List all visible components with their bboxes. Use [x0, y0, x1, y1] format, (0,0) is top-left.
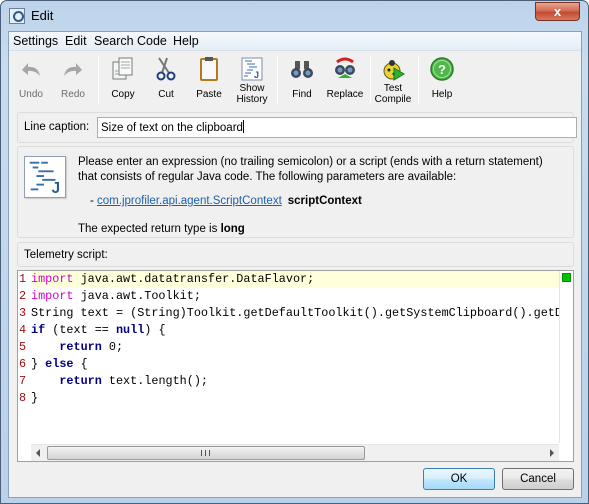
- script-icon: J: [24, 156, 66, 198]
- menu-settings[interactable]: Settings: [13, 34, 58, 48]
- script-context-link[interactable]: com.jprofiler.api.agent.ScriptContext: [97, 195, 282, 207]
- scissors-icon: [156, 57, 176, 81]
- toolbar-separator: [277, 56, 278, 104]
- line-number: 4: [19, 323, 27, 337]
- telemetry-script-panel: Telemetry script:: [17, 242, 574, 267]
- menu-bar: Settings Edit Search Code Help: [9, 32, 581, 51]
- return-type: long: [220, 223, 245, 235]
- help-button[interactable]: ? Help: [422, 54, 462, 106]
- code-text: }: [31, 391, 39, 405]
- close-icon: x: [553, 4, 562, 19]
- return-type-text: The expected return type is long: [78, 223, 245, 235]
- code-line[interactable]: 2 import java.awt.Toolkit;: [19, 288, 559, 305]
- redo-icon: [64, 63, 82, 76]
- replace-icon: [335, 57, 355, 78]
- window-title: Edit: [31, 8, 54, 23]
- info-description: Please enter an expression (no trailing …: [78, 156, 543, 183]
- code-line[interactable]: 5 return 0;: [19, 339, 559, 356]
- code-line[interactable]: 1 import java.awt.datatransfer.DataFlavor…: [19, 271, 559, 288]
- code-line[interactable]: 3 String text = (String)Toolkit.getDefaul…: [19, 305, 559, 322]
- text-caret: [242, 120, 244, 133]
- code-text: String text = (String)Toolkit.getDefault…: [31, 306, 562, 320]
- toolbar-separator: [98, 56, 99, 104]
- toolbar-separator: [370, 56, 371, 104]
- copy-button[interactable]: Copy: [103, 54, 143, 106]
- copy-icon: [112, 57, 133, 80]
- telemetry-script-label: Telemetry script:: [24, 249, 108, 261]
- line-number: 3: [19, 306, 27, 320]
- scroll-right-icon[interactable]: [550, 449, 554, 457]
- info-panel: J Please enter an expression (no trailin…: [17, 146, 574, 238]
- edit-dialog: Edit x Settings Edit Search Code Help Un…: [0, 0, 589, 504]
- undo-icon: [22, 63, 40, 76]
- toolbar: Undo Redo Copy Cut Paste J Show History …: [9, 52, 581, 108]
- cancel-button[interactable]: Cancel: [502, 468, 574, 490]
- line-number: 1: [19, 272, 27, 286]
- menu-search[interactable]: Search: [94, 34, 134, 48]
- cut-button[interactable]: Cut: [146, 54, 186, 106]
- code-text: import java.awt.datatransfer.DataFlavor;: [31, 272, 315, 286]
- line-number: 6: [19, 357, 27, 371]
- line-caption-input[interactable]: Size of text on the clipboard: [97, 117, 577, 138]
- line-number: 5: [19, 340, 27, 354]
- redo-button[interactable]: Redo: [53, 54, 93, 106]
- line-number: 7: [19, 374, 27, 388]
- code-editor[interactable]: 1 import java.awt.datatransfer.DataFlavor…: [17, 270, 574, 462]
- code-text: import java.awt.Toolkit;: [31, 289, 201, 303]
- paste-button[interactable]: Paste: [189, 54, 229, 106]
- code-text: return text.length();: [59, 374, 209, 388]
- bug-icon: [383, 60, 405, 81]
- find-button[interactable]: Find: [282, 54, 322, 106]
- svg-text:J: J: [52, 180, 60, 197]
- test-compile-button[interactable]: Test Compile: [373, 54, 413, 106]
- dialog-content: Settings Edit Search Code Help Undo Redo: [8, 31, 582, 498]
- grip-icon: [201, 450, 210, 456]
- scrollbar-thumb[interactable]: [47, 446, 365, 460]
- horizontal-scrollbar[interactable]: [31, 444, 559, 461]
- replace-button[interactable]: Replace: [323, 54, 367, 106]
- undo-button[interactable]: Undo: [11, 54, 51, 106]
- param-entry: - com.jprofiler.api.agent.ScriptContext s…: [90, 195, 362, 207]
- close-button[interactable]: x: [535, 2, 580, 21]
- line-caption-label: Line caption:: [24, 121, 90, 133]
- code-text: } else {: [31, 357, 88, 371]
- code-line[interactable]: 6 } else {: [19, 356, 559, 373]
- scroll-left-icon[interactable]: [36, 449, 40, 457]
- code-area[interactable]: 1 import java.awt.datatransfer.DataFlavor…: [19, 271, 559, 443]
- line-number: 2: [19, 289, 27, 303]
- menu-code[interactable]: Code: [137, 34, 167, 48]
- toolbar-separator: [418, 56, 419, 104]
- history-icon: J: [241, 57, 263, 81]
- error-stripe: [559, 271, 573, 443]
- menu-edit[interactable]: Edit: [65, 34, 87, 48]
- compile-status-indicator: [562, 273, 571, 282]
- code-line[interactable]: 4 if (text == null) {: [19, 322, 559, 339]
- param-name: scriptContext: [287, 195, 362, 207]
- ok-button[interactable]: OK: [423, 468, 495, 490]
- line-caption-panel: Line caption: Size of text on the clipbo…: [17, 112, 577, 143]
- code-line[interactable]: 8}: [19, 390, 559, 407]
- menu-help[interactable]: Help: [173, 34, 199, 48]
- show-history-button[interactable]: J Show History: [231, 54, 273, 106]
- code-text: return 0;: [59, 340, 124, 354]
- svg-text:?: ?: [438, 62, 446, 77]
- help-icon: ?: [430, 57, 454, 81]
- line-number: 8: [19, 391, 27, 405]
- title-bar: Edit x: [1, 1, 588, 31]
- code-text: if (text == null) {: [31, 323, 166, 337]
- clipboard-icon: [200, 57, 218, 81]
- app-icon: [9, 8, 25, 24]
- code-line[interactable]: 7 return text.length();: [19, 373, 559, 390]
- binoculars-icon: [291, 61, 313, 78]
- svg-text:J: J: [254, 70, 259, 80]
